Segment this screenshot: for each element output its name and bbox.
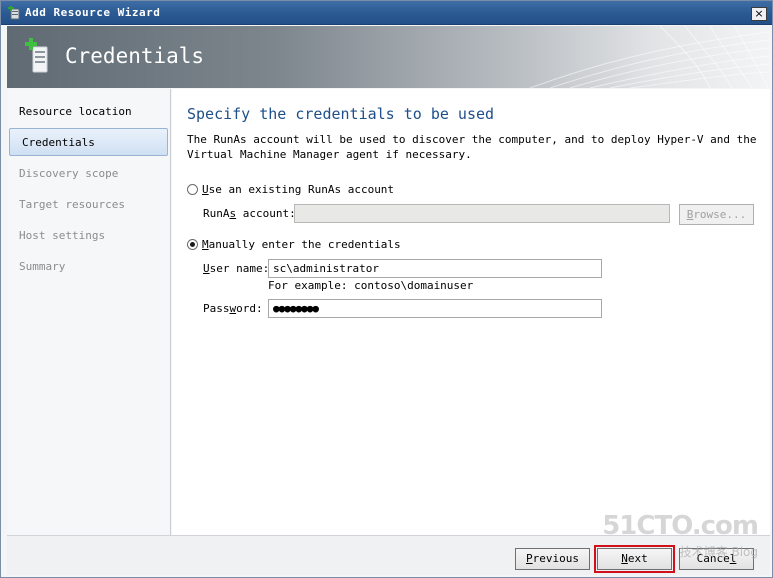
section-description: The RunAs account will be used to discov… — [187, 133, 757, 161]
wizard-steps-nav: Resource location Credentials Discovery … — [7, 89, 171, 535]
runas-account-label: RunAs account: — [203, 207, 296, 220]
username-input[interactable]: sc\administrator — [268, 259, 602, 278]
banner-swirl-decoration — [529, 26, 770, 88]
username-hint: For example: contoso\domainuser — [268, 279, 474, 292]
wizard-window: Add Resource Wizard × Credentials Resour… — [0, 0, 773, 578]
browse-button: Browse... — [679, 204, 754, 225]
password-label: Password: — [203, 302, 263, 315]
nav-item-target-resources: Target resources — [19, 198, 125, 211]
manual-credentials-radio[interactable] — [187, 239, 198, 250]
title-bar: Add Resource Wizard × — [1, 1, 772, 25]
manual-credentials-label: Manually enter the credentials — [202, 238, 401, 251]
nav-item-summary: Summary — [19, 260, 66, 273]
watermark-logo: 51CTO.com — [602, 511, 759, 541]
close-button[interactable]: × — [751, 7, 767, 21]
manual-credentials-option[interactable]: Manually enter the credentials — [187, 238, 401, 251]
window-title: Add Resource Wizard — [25, 6, 161, 19]
server-add-icon — [8, 6, 20, 20]
header-banner: Credentials — [7, 26, 770, 88]
nav-item-host-settings: Host settings — [19, 229, 106, 242]
nav-item-discovery-scope: Discovery scope — [19, 167, 119, 180]
nav-item-resource-location[interactable]: Resource location — [7, 98, 169, 126]
nav-item-credentials[interactable]: Credentials — [9, 128, 168, 156]
use-runas-label: Use an existing RunAs account — [202, 183, 395, 196]
previous-button[interactable]: Previous — [515, 548, 590, 570]
use-runas-option[interactable]: Use an existing RunAs account — [187, 183, 394, 196]
password-input[interactable]: ●●●●●●●● — [268, 299, 602, 318]
wizard-footer: Previous Next Cancel — [7, 535, 770, 575]
server-add-icon — [25, 38, 48, 73]
use-runas-radio[interactable] — [187, 184, 198, 195]
content-panel: Specify the credentials to be used The R… — [172, 89, 770, 535]
close-icon: × — [754, 7, 764, 20]
watermark-subtitle: 技术博客 Blog — [679, 545, 758, 559]
runas-account-field — [294, 204, 670, 223]
next-button[interactable]: Next — [594, 545, 675, 573]
section-heading: Specify the credentials to be used — [187, 105, 495, 123]
page-title: Credentials — [65, 44, 205, 68]
username-label: User name: — [203, 262, 270, 275]
